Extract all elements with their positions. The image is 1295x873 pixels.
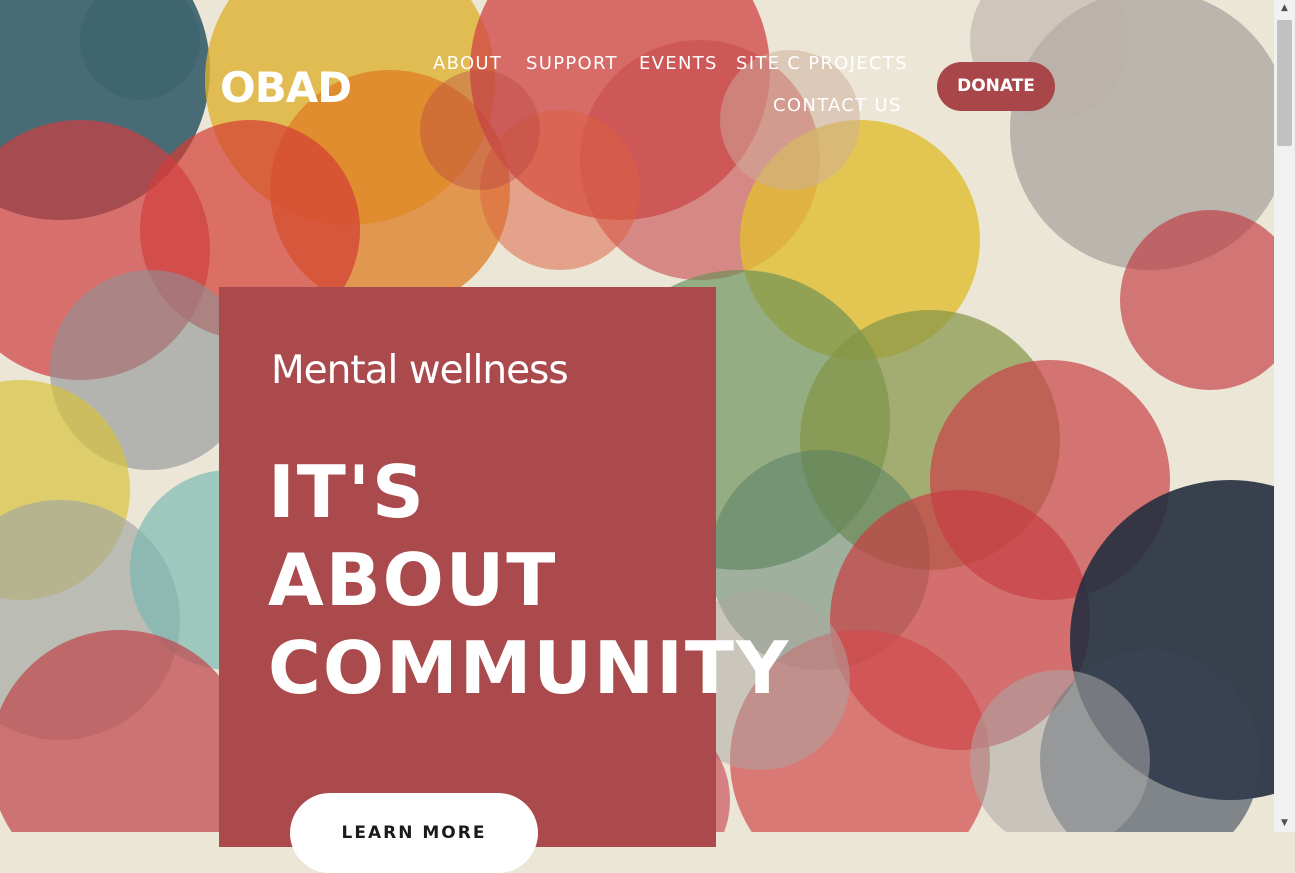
- learn-more-label: LEARN MORE: [341, 823, 487, 843]
- nav-link-about[interactable]: ABOUT: [433, 52, 502, 76]
- learn-more-button[interactable]: LEARN MORE: [290, 793, 538, 873]
- hero-headline-line-3: COMMUNITY: [268, 626, 791, 710]
- nav-link-site-c-projects[interactable]: SITE C PROJECTS: [736, 52, 908, 76]
- hero-headline-line-1: IT'S: [268, 450, 426, 534]
- hero-headline-line-2: ABOUT: [268, 538, 558, 622]
- page-scrollbar[interactable]: ▲ ▼: [1274, 0, 1295, 832]
- scroll-down-arrow-icon[interactable]: ▼: [1274, 815, 1295, 832]
- donate-button[interactable]: DONATE: [937, 62, 1055, 111]
- hero-kicker: Mental wellness: [271, 348, 569, 393]
- nav-link-contact-us[interactable]: CONTACT US: [773, 94, 902, 118]
- site-logo[interactable]: OBAD: [220, 62, 352, 114]
- scrollbar-thumb[interactable]: [1277, 20, 1292, 146]
- scroll-up-arrow-icon[interactable]: ▲: [1274, 0, 1295, 17]
- nav-link-events[interactable]: EVENTS: [639, 52, 718, 76]
- nav-link-support[interactable]: SUPPORT: [526, 52, 618, 76]
